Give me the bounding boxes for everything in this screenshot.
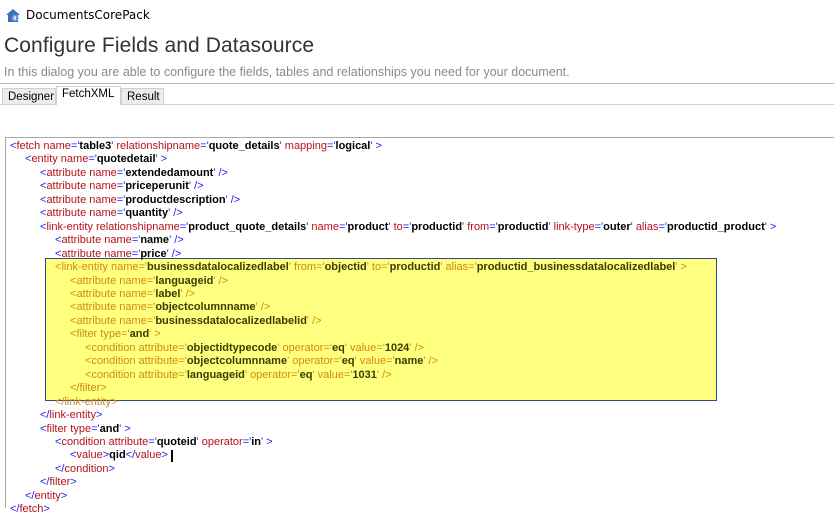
code-line: <filter type='and' > — [40, 422, 131, 435]
tab-result[interactable]: Result — [121, 88, 164, 104]
code-line: <condition attribute='objectcolumnname' … — [85, 355, 439, 368]
code-line: <value>qid</value> — [10, 449, 776, 462]
code-line: <attribute name='priceperunit' /> — [40, 180, 204, 193]
app-house-icon — [6, 8, 20, 22]
code-line: <attribute name='quantity' /> — [40, 207, 183, 220]
code-line: <attribute name='name' /> — [55, 234, 184, 247]
code-line: </fetch> — [10, 503, 50, 516]
divider — [0, 83, 834, 84]
code-line: </condition> — [55, 462, 115, 475]
tab-strip: Designer FetchXML Result — [0, 86, 834, 105]
text-cursor — [170, 449, 173, 462]
page-title: Configure Fields and Datasource — [4, 34, 315, 57]
code-line: </link-entity> — [40, 409, 103, 422]
code-line: </filter> — [70, 382, 107, 395]
code-line: <fetch name='table3' relationshipname='q… — [10, 140, 382, 152]
code-line: <attribute name='languageid' /> — [70, 274, 229, 287]
code-line: <attribute name='price' /> — [55, 247, 182, 260]
code-line: </filter> — [40, 476, 77, 489]
code-line: <attribute name='objectcolumnname' /> — [70, 301, 271, 314]
code-line: <attribute name='productdescription' /> — [40, 193, 241, 206]
code-line: <condition attribute='languageid' operat… — [85, 368, 392, 381]
code-line: </link-entity> — [55, 395, 118, 408]
window-title: DocumentsCorePack — [26, 8, 150, 22]
tab-fetchxml[interactable]: FetchXML — [56, 86, 121, 105]
code-line: <entity name='quotedetail' > — [25, 153, 168, 166]
code-line: <attribute name='extendedamount' /> — [40, 166, 228, 179]
code-line: <attribute name='label' /> — [70, 287, 196, 300]
code-line: <condition attribute='quoteid' operator=… — [55, 435, 273, 448]
fetchxml-code[interactable]: <fetch name='table3' relationshipname='q… — [10, 140, 776, 517]
title-bar: DocumentsCorePack — [6, 6, 150, 24]
code-line: <link-entity relationshipname='product_q… — [40, 220, 777, 233]
code-line: <condition attribute='objectidtypecode' … — [85, 341, 424, 354]
page-subtitle: In this dialog you are able to configure… — [4, 65, 570, 79]
tab-designer[interactable]: Designer — [2, 88, 56, 104]
code-line: </entity> — [25, 489, 68, 502]
code-line: <attribute name='businessdatalocalizedla… — [70, 314, 322, 327]
code-line: <filter type='and' > — [70, 328, 161, 341]
code-line: <link-entity name='businessdatalocalized… — [55, 261, 687, 274]
